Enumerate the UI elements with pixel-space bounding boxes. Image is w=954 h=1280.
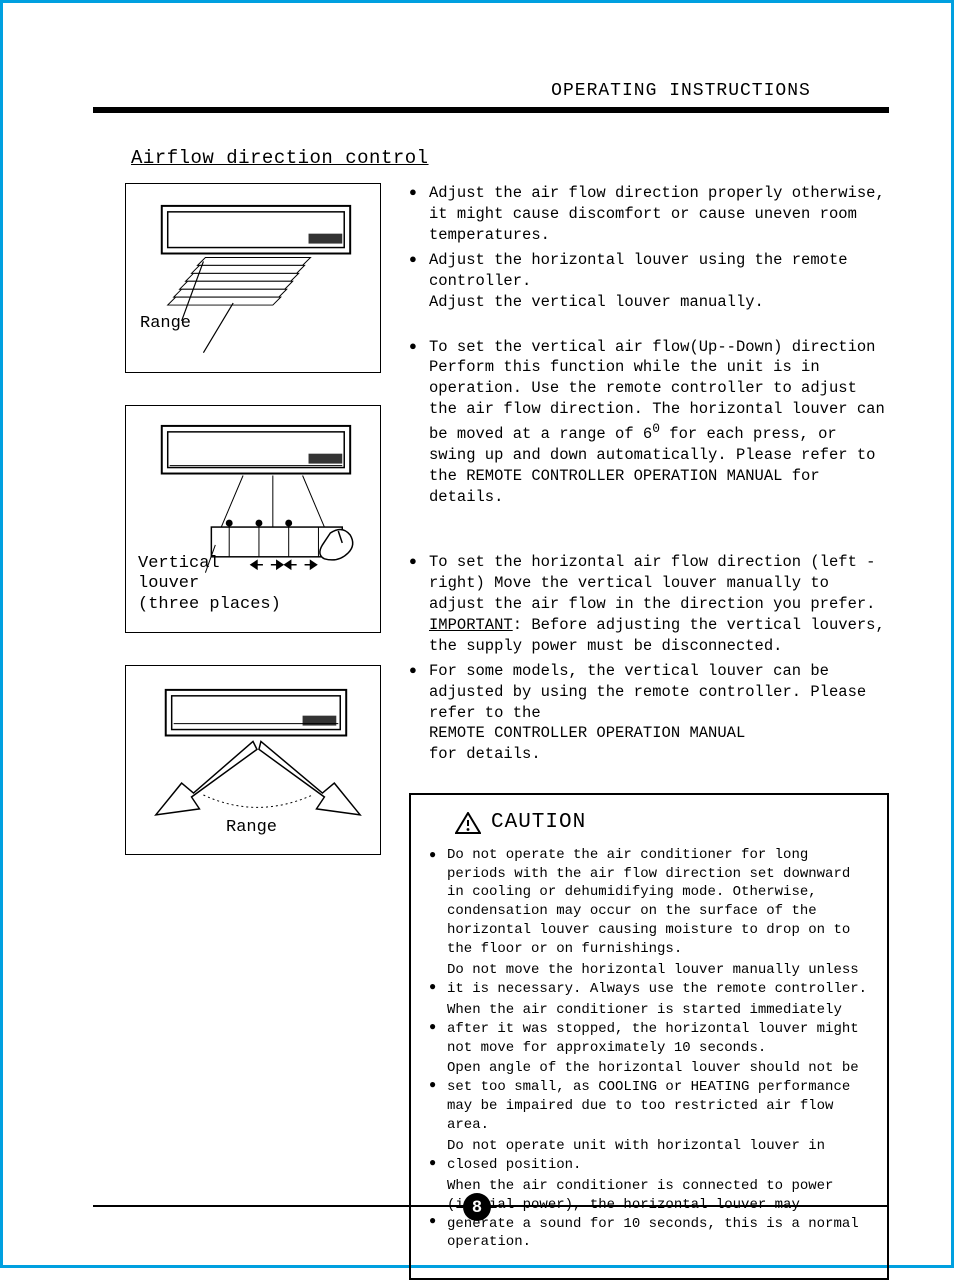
- figure1-label: Range: [140, 314, 191, 333]
- warning-icon: [455, 812, 481, 834]
- caution-title: CAUTION: [491, 809, 586, 837]
- text: for details.: [429, 745, 541, 763]
- caution-item: Do not move the horizontal louver manual…: [429, 961, 869, 999]
- important-label: IMPORTANT: [429, 616, 513, 634]
- instructions-list: Adjust the air flow direction properly o…: [409, 183, 889, 313]
- figure3-label: Range: [226, 818, 277, 837]
- figure2-label-line1: Vertical: [138, 554, 220, 573]
- caution-list: Do not operate the air conditioner for l…: [429, 846, 869, 1253]
- section-title: Airflow direction control: [131, 147, 889, 169]
- figure-vertical-louver: Vertical louver (three places): [125, 405, 381, 633]
- caution-item: When the air conditioner is started imme…: [429, 1001, 869, 1058]
- page-number: 8: [463, 1193, 491, 1221]
- instruction-item: For some models, the vertical louver can…: [409, 661, 889, 766]
- instruction-item: To set the vertical air flow(Up--Down) d…: [409, 337, 889, 509]
- text: To set the horizontal air flow direction…: [429, 553, 875, 613]
- caution-item: Do not operate the air conditioner for l…: [429, 846, 869, 959]
- figure2-label-line2: louver: [138, 574, 199, 593]
- instruction-item: Adjust the air flow direction properly o…: [409, 183, 889, 246]
- page-header: OPERATING INSTRUCTIONS: [93, 81, 889, 101]
- caution-item: Do not operate unit with horizontal louv…: [429, 1137, 869, 1175]
- text: REMOTE CONTROLLER OPERATION MANUAL: [429, 724, 745, 742]
- figures-column: Range: [125, 183, 381, 1280]
- footer-rule: [93, 1205, 889, 1207]
- caution-item: Open angle of the horizontal louver shou…: [429, 1059, 869, 1135]
- figure-vertical-range: Range: [125, 183, 381, 373]
- text: Adjust the horizontal louver using the r…: [429, 251, 848, 290]
- figure2-label-line3: (three places): [138, 595, 281, 614]
- degree-sup: 0: [652, 421, 660, 436]
- text: For some models, the vertical louver can…: [429, 662, 866, 722]
- header-rule: [93, 107, 889, 113]
- figure-horizontal-range: Range: [125, 665, 381, 855]
- text: Adjust the vertical louver manually.: [429, 293, 764, 311]
- caution-item: When the air conditioner is connected to…: [429, 1177, 869, 1253]
- instruction-item: To set the horizontal air flow direction…: [409, 552, 889, 657]
- instruction-item: Adjust the horizontal louver using the r…: [409, 250, 889, 313]
